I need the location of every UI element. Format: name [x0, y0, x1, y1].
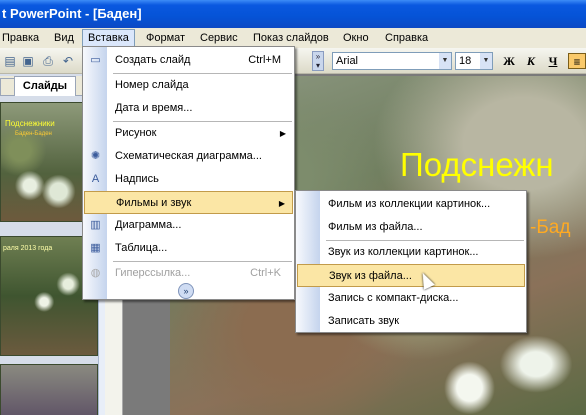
menu-item-picture[interactable]: Рисунок ▶ [84, 122, 293, 145]
menu-item-label: Схематическая диаграмма... [115, 150, 262, 162]
underline-button[interactable]: Ч [544, 53, 562, 69]
thumb-date-text: раля 2013 года [3, 245, 53, 252]
slide-thumbnail-3[interactable] [0, 364, 98, 415]
menu-view[interactable]: Вид [49, 31, 79, 47]
menu-item-label: Рисунок [115, 127, 157, 139]
menu-bar: Правка Вид Вставка Формат Сервис Показ с… [0, 28, 586, 48]
menu-item-record-sound[interactable]: Записать звук [297, 310, 525, 333]
menu-item-label: Надпись [115, 173, 159, 185]
textbox-icon: A [91, 173, 100, 185]
thumb-title: Подснежники [5, 119, 55, 128]
menu-item-movie-from-gallery[interactable]: Фильм из коллекции картинок... [297, 193, 525, 216]
menu-item-label: Запись с компакт-диска... [328, 292, 459, 304]
menu-item-label: Номер слайда [115, 79, 189, 91]
thumb-subtitle: Баден-Баден [15, 131, 52, 137]
movies-sound-submenu: Фильм из коллекции картинок... Фильм из … [295, 190, 527, 333]
insert-menu: ▭ Создать слайд Ctrl+M Номер слайда Дата… [82, 46, 295, 300]
menu-item-label: Фильм из файла... [328, 221, 423, 233]
save-icon[interactable]: ▣ [20, 53, 36, 69]
submenu-arrow-icon: ▶ [278, 199, 285, 208]
menu-item-diagram[interactable]: ✺ Схематическая диаграмма... [84, 145, 293, 168]
italic-button[interactable]: К [522, 53, 540, 69]
diagram-icon: ✺ [90, 150, 101, 162]
submenu-arrow-icon: ▶ [279, 129, 286, 138]
menu-item-chart[interactable]: ▥ Диаграмма... [84, 214, 293, 237]
menu-item-label: Фильм из коллекции картинок... [328, 198, 491, 210]
font-name-combo[interactable]: Arial ▼ [332, 52, 452, 70]
menu-item-shortcut: Ctrl+K [250, 267, 281, 279]
menu-item-label: Таблица... [115, 242, 168, 254]
menu-help[interactable]: Справка [380, 31, 433, 47]
menu-item-label: Звук из коллекции картинок... [328, 246, 479, 258]
menu-window[interactable]: Окно [338, 31, 374, 47]
menu-item-label: Фильмы и звук [116, 197, 192, 209]
size-dropdown-arrow-icon[interactable]: ▼ [480, 53, 492, 69]
menu-item-slide-number[interactable]: Номер слайда [84, 74, 293, 97]
expand-menu-chevron-icon[interactable]: » [178, 283, 194, 299]
menu-item-sound-from-file[interactable]: Звук из файла... [297, 264, 525, 287]
tab-outline[interactable] [0, 78, 15, 95]
font-size-value: 18 [459, 55, 472, 67]
menu-item-shortcut: Ctrl+M [248, 54, 281, 66]
slide-subtitle[interactable]: -Бад [530, 217, 570, 239]
menu-item-label: Дата и время... [115, 102, 193, 114]
font-name-value: Arial [336, 55, 359, 67]
menu-slideshow[interactable]: Показ слайдов [248, 31, 334, 47]
menu-item-movies-and-sound[interactable]: Фильмы и звук ▶ [84, 191, 293, 214]
new-slide-icon: ▭ [90, 54, 101, 66]
menu-item-label: Гиперссылка... [115, 267, 191, 279]
print-icon[interactable]: ⎙ [40, 53, 56, 69]
menu-item-play-cd-audio[interactable]: Запись с компакт-диска... [297, 287, 525, 310]
menu-item-movie-from-file[interactable]: Фильм из файла... [297, 216, 525, 239]
menu-item-hyperlink: ◍ Гиперссылка... Ctrl+K [84, 262, 293, 285]
chart-icon: ▥ [90, 219, 101, 231]
menu-format[interactable]: Формат [141, 31, 190, 47]
menu-item-table[interactable]: ▦ Таблица... [84, 237, 293, 260]
tab-slides[interactable]: Слайды [14, 76, 76, 96]
menu-item-date-time[interactable]: Дата и время... [84, 97, 293, 120]
font-size-combo[interactable]: 18 ▼ [455, 52, 493, 70]
open-icon[interactable]: ▤ [2, 53, 18, 69]
window-title: t PowerPoint - [Баден] [2, 6, 142, 21]
bold-button[interactable]: Ж [500, 53, 518, 69]
font-dropdown-arrow-icon[interactable]: ▼ [439, 53, 451, 69]
menu-tools[interactable]: Сервис [195, 31, 243, 47]
menu-edit[interactable]: Правка [0, 31, 44, 47]
align-left-button[interactable]: ≡ [568, 53, 586, 69]
menu-item-label: Записать звук [328, 315, 400, 327]
slide-title[interactable]: Подснежн [400, 146, 554, 184]
title-bar: t PowerPoint - [Баден] [0, 0, 586, 28]
menu-item-label: Звук из файла... [329, 270, 412, 282]
menu-item-sound-from-gallery[interactable]: Звук из коллекции картинок... [297, 241, 525, 264]
menu-item-label: Диаграмма... [115, 219, 182, 231]
hyperlink-icon: ◍ [90, 267, 101, 279]
menu-item-label: Создать слайд [115, 54, 191, 66]
toolbar-overflow-button[interactable]: » ▾ [312, 51, 324, 71]
menu-item-new-slide[interactable]: ▭ Создать слайд Ctrl+M [84, 49, 293, 72]
undo-icon[interactable]: ↶ [60, 53, 76, 69]
table-icon: ▦ [90, 242, 101, 254]
menu-item-textbox[interactable]: A Надпись [84, 168, 293, 191]
